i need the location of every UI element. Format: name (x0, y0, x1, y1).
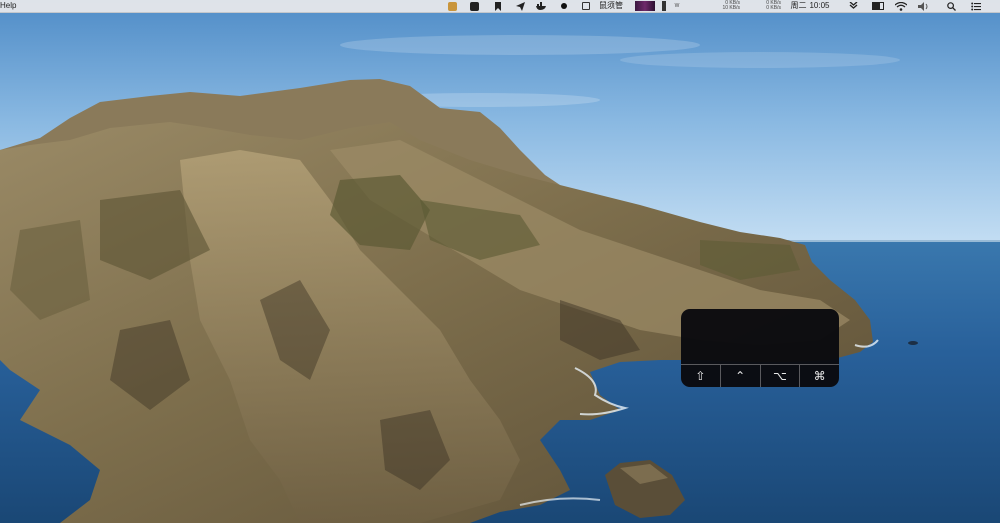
app-icon (447, 1, 457, 11)
disk-write: 0 KB/s (766, 5, 781, 11)
input-method-label[interactable]: 鼠须管 (595, 0, 627, 12)
wifi[interactable] (893, 0, 909, 12)
dot-icon (561, 3, 567, 9)
volume[interactable] (916, 0, 932, 12)
volume-icon (918, 1, 928, 11)
spotlight[interactable] (944, 0, 958, 12)
docker-icon (535, 2, 546, 10)
keystroke-overlay: ⇧ ⌃ ⌥ ⌘ (681, 309, 839, 387)
network-download: 10 KB/s (722, 5, 740, 11)
memory-bar[interactable] (658, 0, 670, 12)
menu-extra-dot[interactable] (558, 0, 570, 12)
menu-extra-bird[interactable] (468, 0, 480, 12)
bookmark-icon (495, 1, 501, 11)
clock[interactable]: 周二 10:05 (782, 0, 838, 12)
activity-graph-icon (635, 1, 655, 11)
search-icon (946, 1, 956, 11)
shift-key-icon: ⇧ (681, 365, 721, 387)
control-center[interactable] (968, 0, 984, 12)
wallpaper-catalina-island (0, 0, 1000, 523)
chevron-icon (849, 1, 857, 9)
memory-bar-icon (662, 1, 666, 11)
command-key-icon: ⌘ (813, 369, 826, 383)
control-center-icon (971, 2, 981, 10)
desktop[interactable]: Help 鼠须管 W 0 KB/s 10 KB/s 0 KB/s 0 KB/s … (0, 0, 1000, 523)
menu-extra-activity-graph[interactable] (634, 0, 656, 12)
menu-extra-chevron[interactable] (846, 0, 860, 12)
menu-extra-input-method-icon[interactable] (580, 0, 592, 12)
battery-icon (872, 2, 884, 10)
keystroke-display (681, 309, 839, 364)
cpu-indicator[interactable]: W (670, 0, 684, 12)
option-key-icon: ⌥ (761, 365, 801, 387)
control-key-icon: ⌃ (721, 365, 761, 387)
menu-extra-bookmark[interactable] (492, 0, 504, 12)
disk-speed[interactable]: 0 KB/s 0 KB/s (745, 0, 781, 12)
network-speed[interactable]: 0 KB/s 10 KB/s (690, 0, 740, 12)
menu-extra-telegram[interactable] (514, 0, 526, 12)
battery[interactable] (870, 0, 886, 12)
paper-plane-icon (515, 1, 525, 11)
input-method-icon (582, 2, 590, 10)
menu-bar: Help 鼠须管 W 0 KB/s 10 KB/s 0 KB/s 0 KB/s … (0, 0, 1000, 13)
bird-icon (469, 1, 479, 11)
clock-day: 周二 (790, 1, 807, 10)
modifier-key-row: ⇧ ⌃ ⌥ ⌘ (681, 365, 839, 387)
menu-extra-docker[interactable] (534, 0, 548, 12)
wifi-icon (895, 1, 907, 11)
help-menu[interactable]: Help (0, 0, 16, 12)
clock-time: 10:05 (809, 1, 830, 10)
menu-extra-app-icon[interactable] (446, 0, 458, 12)
